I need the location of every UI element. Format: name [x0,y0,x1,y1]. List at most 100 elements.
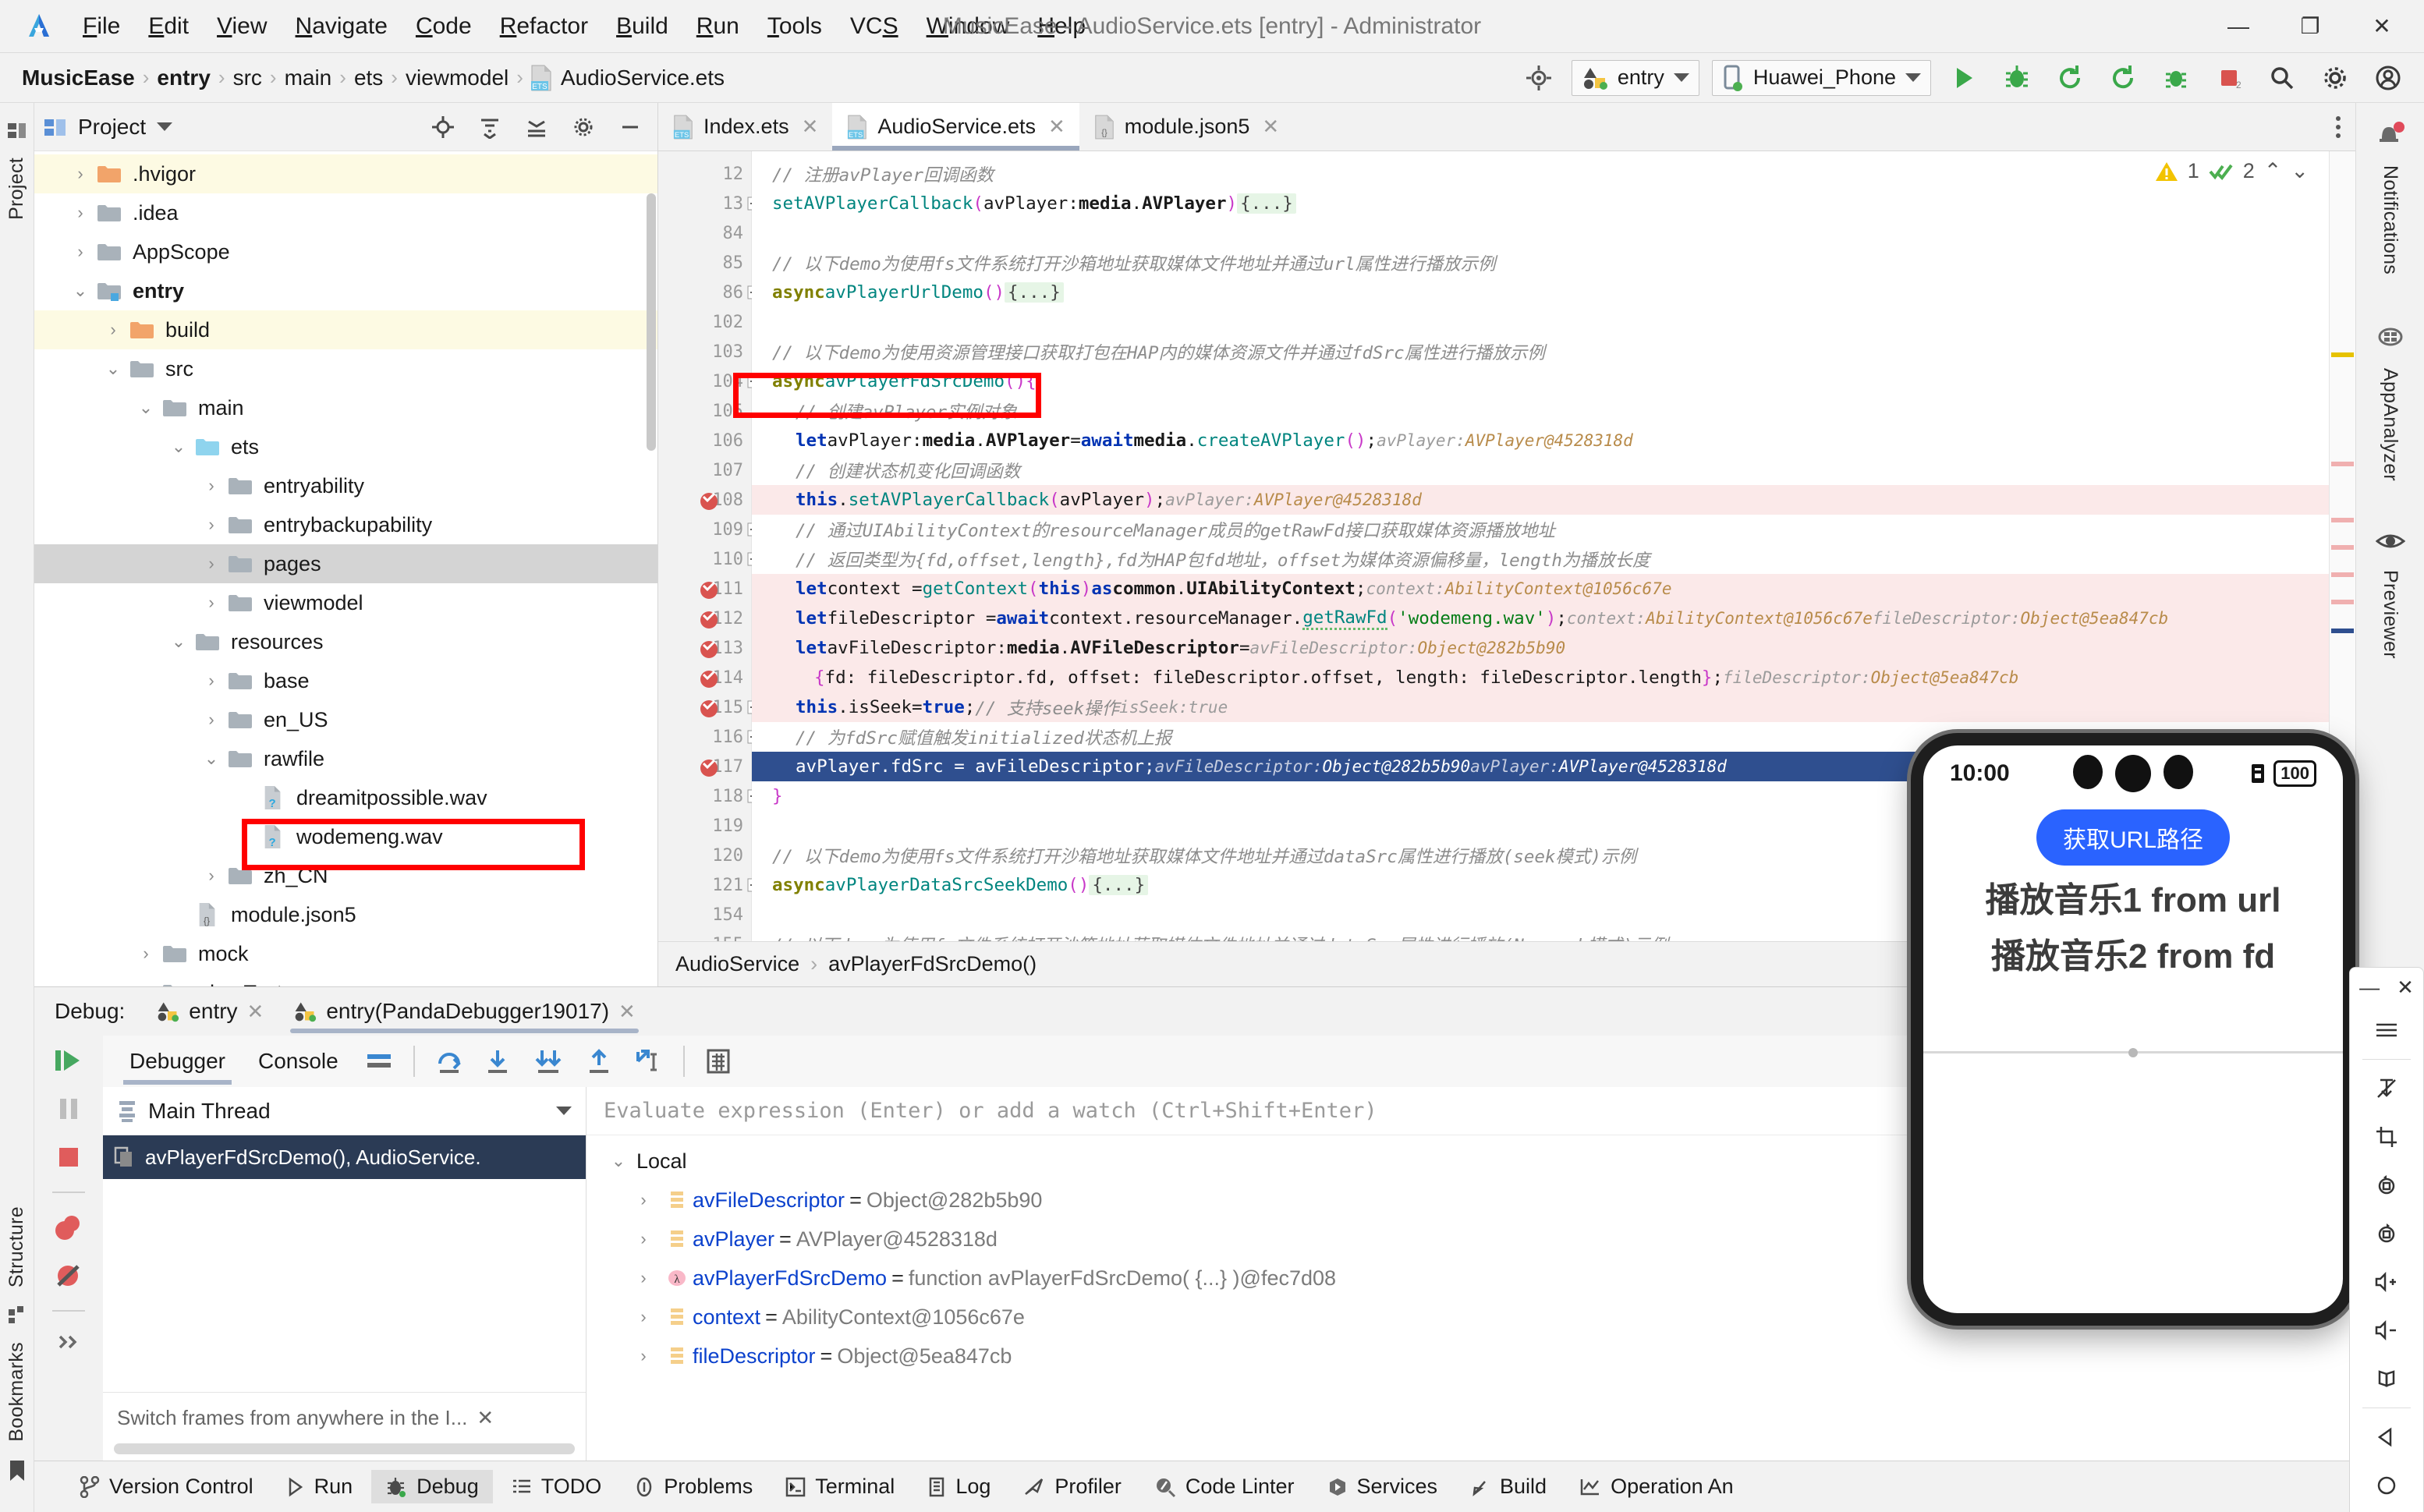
get-url-path-button[interactable]: 获取URL路径 [2036,809,2230,866]
line-number[interactable]: 118 [658,781,761,811]
close-button[interactable]: ✕ [2346,1,2418,52]
step-over-button[interactable] [435,1048,463,1075]
line-number[interactable]: 155 [658,930,751,942]
close-icon[interactable]: ✕ [1259,115,1279,139]
tree-item--hvigor[interactable]: › .hvigor [34,154,657,193]
layout-settings-icon[interactable] [365,1050,393,1073]
rerun-button[interactable] [2050,58,2090,98]
more-actions-button[interactable] [54,1332,83,1352]
tree-item-ohostest[interactable]: › ohosTest [34,973,657,986]
status-bar-item-code-linter[interactable]: Code Linter [1140,1470,1309,1503]
tree-item-en-us[interactable]: › en_US [34,700,657,739]
back-icon[interactable] [2350,1413,2423,1461]
search-icon[interactable] [2262,58,2302,98]
breakpoint-icon[interactable] [699,490,718,510]
menu-item-code[interactable]: Code [402,9,486,44]
status-bar-item-operation-an[interactable]: Operation An [1565,1470,1748,1503]
tree-item-resources[interactable]: ⌄ resources [34,622,657,661]
rotate-right-icon[interactable] [2350,1209,2423,1258]
tree-item-rawfile[interactable]: ⌄ rawfile [34,739,657,778]
project-tree[interactable]: › .hvigor › .idea › AppScope ⌄ entry › build ⌄ src ⌄… [34,151,657,986]
chevron-down-icon[interactable]: ⌄ [165,632,192,652]
chevron-right-icon[interactable]: › [198,710,225,730]
breadcrumb-item-project[interactable]: MusicEase [16,64,141,92]
breadcrumb-item-entry[interactable]: entry [151,64,216,92]
thread-selector[interactable]: Main Thread [103,1087,586,1135]
line-number[interactable]: 110 [658,544,761,574]
tree-item-zh-cn[interactable]: › zh_CN [34,856,657,895]
device-selector[interactable]: Huawei_Phone [1711,59,1931,96]
status-bar-item-run[interactable]: Run [272,1470,367,1503]
volume-down-icon[interactable] [2350,1306,2423,1354]
chevron-right-icon[interactable]: › [198,866,225,886]
stop-program-button[interactable] [55,1143,83,1171]
breakpoint-icon[interactable] [699,698,718,717]
variable-row[interactable]: › fileDescriptor = Object@5ea847cb [587,1337,2355,1376]
rail-tab-bookmarks[interactable]: Bookmarks [1,1331,33,1453]
editor-gutter[interactable]: 12 13 84 85 86 102 103 104 105 106 107 108 109 110 111… [658,151,761,942]
tab-console[interactable]: Console [252,1046,345,1077]
close-icon[interactable]: ✕ [618,1000,636,1024]
pause-program-button[interactable] [55,1095,83,1123]
code-line[interactable]: // 通过UIAbilityContext的resourceManager成员的… [752,515,2329,544]
code-line[interactable]: // 创建avPlayer实例对象 [752,396,2329,426]
step-out-button[interactable] [585,1048,613,1075]
line-number[interactable]: 104 [658,366,761,396]
play-music-url-label[interactable]: 播放音乐1 from url [1986,872,2281,922]
rail-tab-structure[interactable]: Structure [1,1195,33,1298]
status-bar-item-profiler[interactable]: Profiler [1009,1470,1136,1503]
refresh-off-icon[interactable] [2350,1064,2423,1113]
tree-item-wodemeng-wav[interactable]: ? wodemeng.wav [34,817,657,856]
previewer-minimize-button[interactable]: — [2359,976,2380,1000]
structure-icon[interactable] [7,1305,27,1325]
rail-tab-appanalyzer[interactable]: AppAnalyzer [2374,357,2406,492]
code-line[interactable]: // 返回类型为{fd,offset,length},fd为HAP包fd地址，o… [752,544,2329,574]
appanalyzer-icon[interactable] [2376,323,2405,351]
line-number[interactable]: 114 [658,663,751,692]
chevron-right-icon[interactable]: › [625,1190,661,1210]
profile-button[interactable] [2156,58,2196,98]
prev-problem-icon[interactable]: ⌃ [2264,159,2282,183]
breakpoint-icon[interactable] [699,757,718,777]
tree-item-appscope[interactable]: › AppScope [34,232,657,271]
view-breakpoints-button[interactable] [53,1213,84,1241]
breakpoint-icon[interactable] [699,668,718,688]
close-icon[interactable]: ✕ [477,1406,494,1430]
chevron-right-icon[interactable]: › [198,515,225,535]
chevron-down-icon[interactable]: ⌄ [198,749,225,769]
tree-item-module-json5[interactable]: {} module.json5 [34,895,657,934]
line-number[interactable]: 121 [658,870,761,900]
mute-breakpoints-button[interactable] [54,1262,83,1290]
bookmark-icon[interactable] [8,1459,27,1482]
breadcrumb-method[interactable]: avPlayerFdSrcDemo() [828,952,1037,976]
chevron-down-icon[interactable] [157,122,173,131]
home-icon[interactable] [2350,1461,2423,1510]
tree-item-build[interactable]: › build [34,310,657,349]
chevron-right-icon[interactable]: › [625,1307,661,1327]
chevron-right-icon[interactable]: › [198,476,225,496]
chevron-right-icon[interactable]: › [198,593,225,613]
menu-item-edit[interactable]: Edit [134,9,203,44]
code-line[interactable]: // 以下demo为使用fs文件系统打开沙箱地址获取媒体文件地址并通过url属性… [752,248,2329,278]
chevron-down-icon[interactable]: ⌄ [67,281,94,301]
expand-all-icon[interactable] [472,109,508,145]
editor-tab-module-json5[interactable]: {} module.json5 ✕ [1079,103,1293,150]
tree-item-viewmodel[interactable]: › viewmodel [34,583,657,622]
line-number[interactable]: 119 [658,811,751,841]
menu-icon[interactable] [2350,1006,2423,1054]
previewer-close-button[interactable]: ✕ [2397,976,2414,1000]
status-bar-item-log[interactable]: Log [913,1470,1005,1503]
maximize-button[interactable]: ❐ [2274,1,2346,52]
debug-button[interactable] [1997,58,2037,98]
chevron-right-icon[interactable]: › [625,1268,661,1288]
force-step-into-button[interactable] [532,1048,565,1075]
menu-item-refactor[interactable]: Refactor [486,9,602,44]
line-number[interactable]: 115 [658,692,761,722]
status-bar-item-problems[interactable]: Problems [620,1470,767,1503]
chevron-right-icon[interactable]: › [625,1229,661,1249]
code-line[interactable]: // 注册avPlayer回调函数 [752,159,2329,189]
rotate-left-icon[interactable] [2350,1161,2423,1209]
code-line[interactable]: setAVPlayerCallback(avPlayer: media. AVPl… [752,189,2329,218]
line-number[interactable]: 102 [658,307,751,337]
line-number[interactable]: 13 [658,189,761,218]
